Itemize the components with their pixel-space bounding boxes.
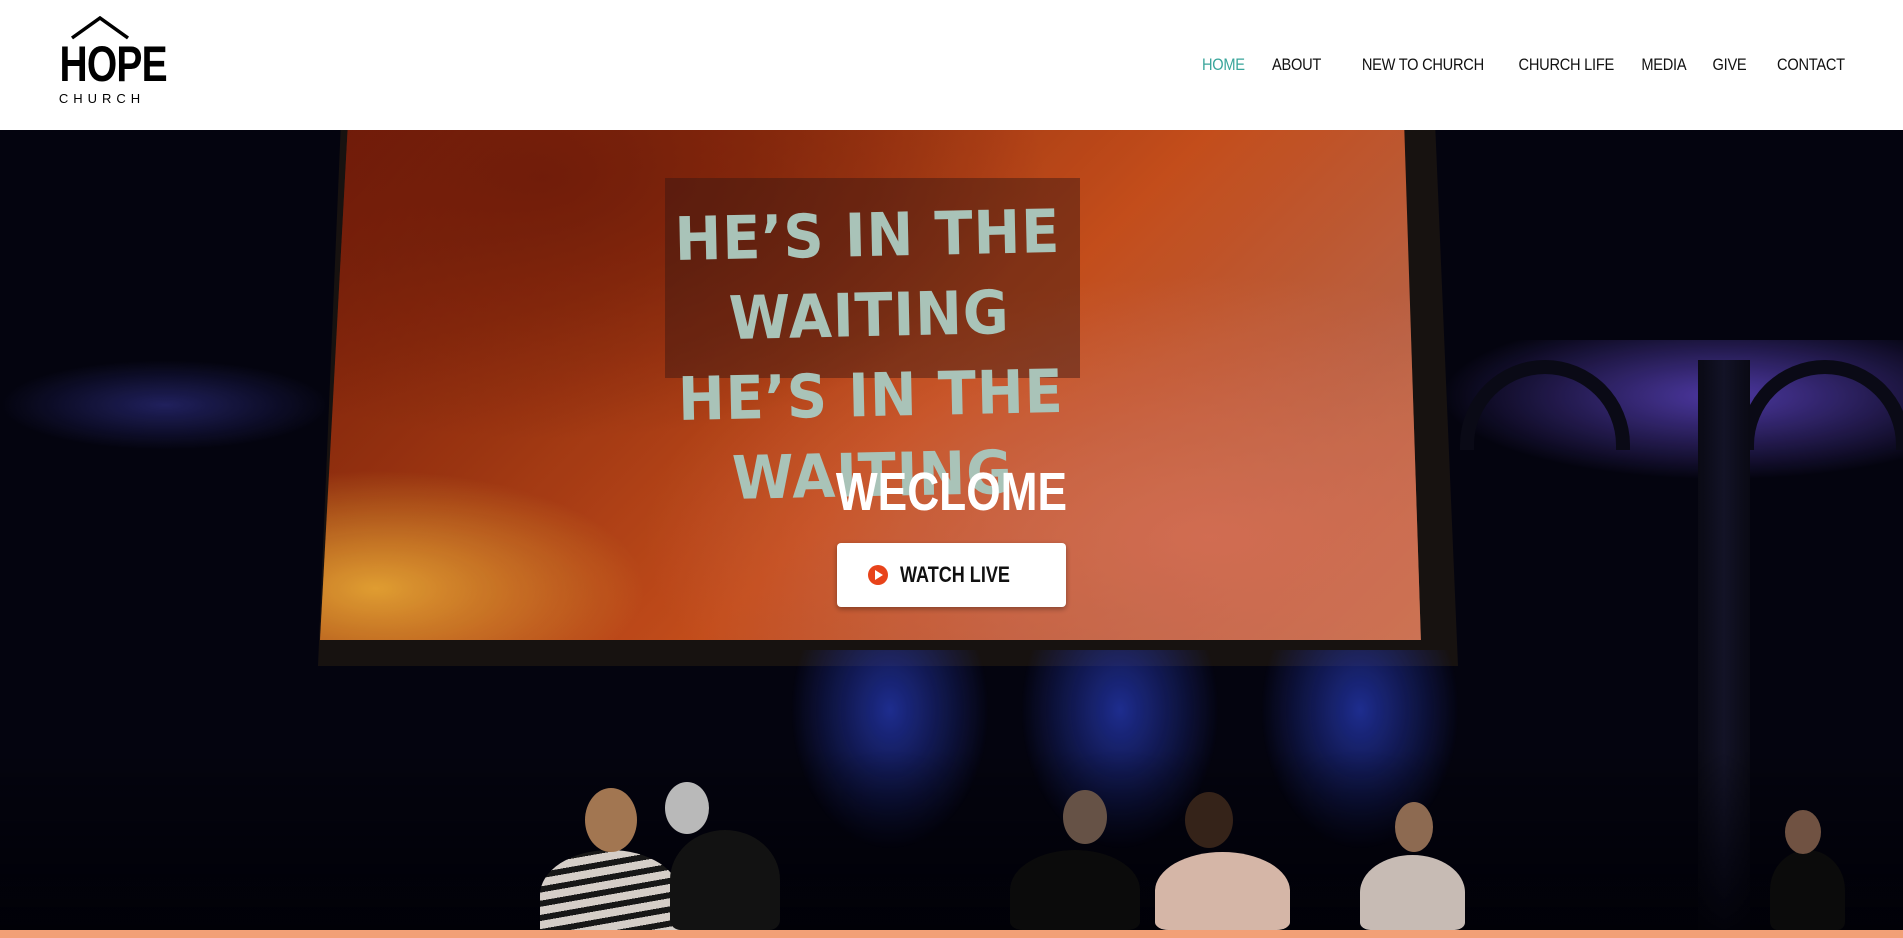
hero-section: HE’S IN THE WAITING HE’S IN THE WAITING … xyxy=(0,130,1903,930)
site-header: HOPE CHURCH HOME ABOUT NEW TO CHURCH CHU… xyxy=(0,0,1903,130)
logo-subtitle: CHURCH xyxy=(58,91,146,106)
play-circle-icon xyxy=(868,565,889,585)
watch-live-button[interactable]: WATCH LIVE xyxy=(837,543,1066,607)
nav-item-media[interactable]: MEDIA xyxy=(1642,52,1687,78)
main-nav: HOME ABOUT NEW TO CHURCH CHURCH LIFE MED… xyxy=(1175,52,1846,78)
nav-item-about[interactable]: ABOUT xyxy=(1272,52,1321,78)
accent-bar xyxy=(0,930,1903,938)
hero-title: WECLOME xyxy=(835,462,1068,522)
nav-item-church-life[interactable]: CHURCH LIFE xyxy=(1519,52,1615,78)
nav-item-contact[interactable]: CONTACT xyxy=(1777,52,1845,78)
nav-item-home[interactable]: HOME xyxy=(1202,52,1245,78)
nav-item-give[interactable]: GIVE xyxy=(1712,52,1746,78)
watch-live-label: WATCH LIVE xyxy=(900,562,1011,587)
logo-wordmark: HOPE xyxy=(59,36,167,92)
nav-item-new-to-church[interactable]: NEW TO CHURCH xyxy=(1361,52,1483,78)
site-logo[interactable]: HOPE CHURCH xyxy=(48,16,168,110)
